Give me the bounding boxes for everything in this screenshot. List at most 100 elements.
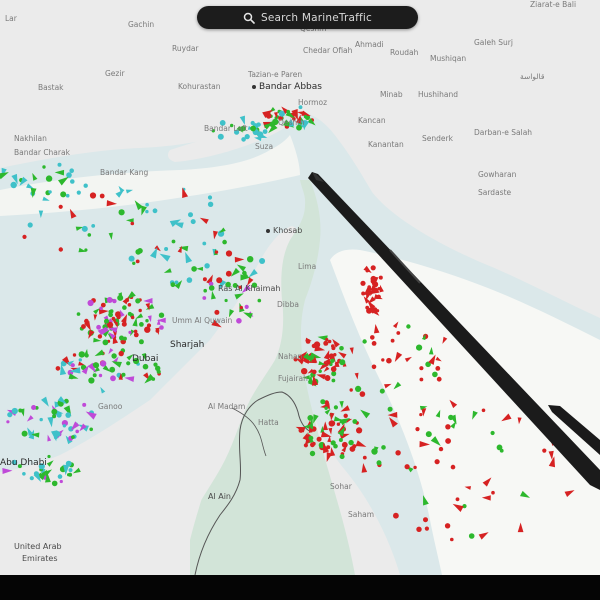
vessel-marker[interactable] [89, 427, 93, 432]
vessel-marker[interactable] [381, 358, 385, 362]
vessel-marker[interactable] [87, 299, 94, 307]
vessel-marker[interactable] [118, 209, 125, 216]
vessel-marker[interactable] [89, 192, 97, 199]
vessel-marker[interactable] [48, 190, 52, 194]
vessel-marker[interactable] [328, 353, 335, 360]
vessel-marker[interactable] [152, 208, 158, 214]
vessel-marker[interactable] [444, 523, 451, 529]
vessel-marker[interactable] [462, 504, 467, 509]
place-label-rak[interactable]: Ras Al Khaimah [218, 284, 280, 293]
vessel-marker[interactable] [106, 297, 113, 303]
vessel-marker[interactable] [395, 450, 401, 456]
vessel-marker[interactable] [97, 334, 103, 339]
vessel-marker[interactable] [171, 239, 176, 244]
vessel-marker[interactable] [22, 472, 26, 476]
vessel-marker[interactable] [305, 339, 311, 344]
vessel-marker[interactable] [352, 419, 358, 424]
vessel-marker[interactable] [45, 175, 53, 182]
vessel-marker[interactable] [78, 351, 86, 358]
vessel-marker[interactable] [224, 298, 228, 303]
vessel-marker[interactable] [425, 431, 432, 438]
vessel-marker[interactable] [324, 375, 331, 381]
vessel-marker[interactable] [328, 420, 335, 427]
vessel-marker[interactable] [372, 307, 378, 313]
vessel-marker[interactable] [10, 181, 17, 189]
place-label-al-ain[interactable]: Al Ain [208, 492, 231, 501]
vessel-marker[interactable] [320, 399, 326, 405]
vessel-marker[interactable] [121, 372, 126, 377]
vessel-marker[interactable] [65, 412, 71, 418]
vessel-marker[interactable] [118, 350, 124, 357]
vessel-marker[interactable] [331, 371, 337, 377]
vessel-marker[interactable] [348, 439, 354, 446]
vessel-marker[interactable] [259, 258, 266, 264]
vessel-marker[interactable] [202, 277, 207, 282]
vessel-marker[interactable] [21, 430, 28, 437]
vessel-marker[interactable] [99, 306, 103, 311]
vessel-marker[interactable] [413, 465, 417, 470]
vessel-marker[interactable] [69, 168, 74, 173]
vessel-marker[interactable] [52, 414, 57, 419]
vessel-marker[interactable] [60, 191, 67, 198]
vessel-marker[interactable] [6, 420, 10, 424]
vessel-marker[interactable] [450, 537, 454, 542]
vessel-marker[interactable] [66, 172, 72, 178]
vessel-marker[interactable] [370, 335, 375, 340]
place-label-khosab[interactable]: Khosab [266, 226, 302, 235]
vessel-marker[interactable] [76, 190, 81, 195]
vessel-marker[interactable] [481, 408, 486, 413]
vessel-marker[interactable] [326, 360, 331, 365]
vessel-marker[interactable] [83, 183, 88, 188]
vessel-marker[interactable] [311, 343, 317, 349]
vessel-marker[interactable] [158, 312, 165, 318]
vessel-marker[interactable] [87, 233, 92, 237]
vessel-marker[interactable] [100, 360, 107, 367]
vessel-marker[interactable] [371, 364, 377, 370]
vessel-marker[interactable] [386, 357, 392, 364]
vessel-marker[interactable] [308, 435, 314, 441]
place-label-bandar-abbas[interactable]: Bandar Abbas [252, 82, 322, 92]
vessel-marker[interactable] [438, 446, 444, 452]
vessel-marker[interactable] [225, 250, 233, 257]
vessel-marker[interactable] [122, 336, 127, 341]
vessel-marker[interactable] [170, 282, 176, 288]
vessel-marker[interactable] [159, 325, 164, 330]
vessel-marker[interactable] [244, 304, 249, 309]
vessel-marker[interactable] [190, 219, 196, 225]
vessel-marker[interactable] [145, 319, 149, 323]
vessel-marker[interactable] [98, 373, 103, 378]
vessel-marker[interactable] [92, 373, 97, 378]
vessel-marker[interactable] [130, 221, 135, 226]
vessel-marker[interactable] [387, 406, 393, 412]
vessel-marker[interactable] [376, 460, 382, 466]
vessel-marker[interactable] [339, 359, 346, 366]
vessel-marker[interactable] [204, 263, 210, 269]
vessel-marker[interactable] [130, 315, 135, 320]
vessel-marker[interactable] [243, 274, 248, 279]
vessel-marker[interactable] [104, 318, 109, 324]
vessel-marker[interactable] [448, 414, 454, 421]
vessel-marker[interactable] [333, 443, 338, 449]
vessel-marker[interactable] [138, 339, 144, 345]
vessel-marker[interactable] [133, 332, 139, 338]
vessel-marker[interactable] [57, 162, 62, 167]
vessel-marker[interactable] [381, 445, 386, 450]
vessel-marker[interactable] [416, 526, 422, 532]
vessel-marker[interactable] [110, 375, 116, 382]
vessel-marker[interactable] [70, 179, 75, 184]
vessel-marker[interactable] [265, 113, 272, 119]
vessel-marker[interactable] [416, 344, 423, 351]
vessel-marker[interactable] [415, 427, 420, 432]
vessel-marker[interactable] [341, 441, 348, 448]
vessel-marker[interactable] [207, 195, 213, 200]
vessel-marker[interactable] [365, 269, 369, 273]
vessel-marker[interactable] [111, 353, 117, 359]
vessel-marker[interactable] [445, 424, 451, 430]
vessel-marker[interactable] [331, 346, 336, 351]
vessel-marker[interactable] [424, 526, 429, 531]
vessel-marker[interactable] [78, 358, 83, 362]
vessel-marker[interactable] [423, 517, 428, 523]
vessel-marker[interactable] [455, 497, 460, 502]
vessel-marker[interactable] [126, 361, 131, 366]
vessel-marker[interactable] [349, 388, 353, 392]
